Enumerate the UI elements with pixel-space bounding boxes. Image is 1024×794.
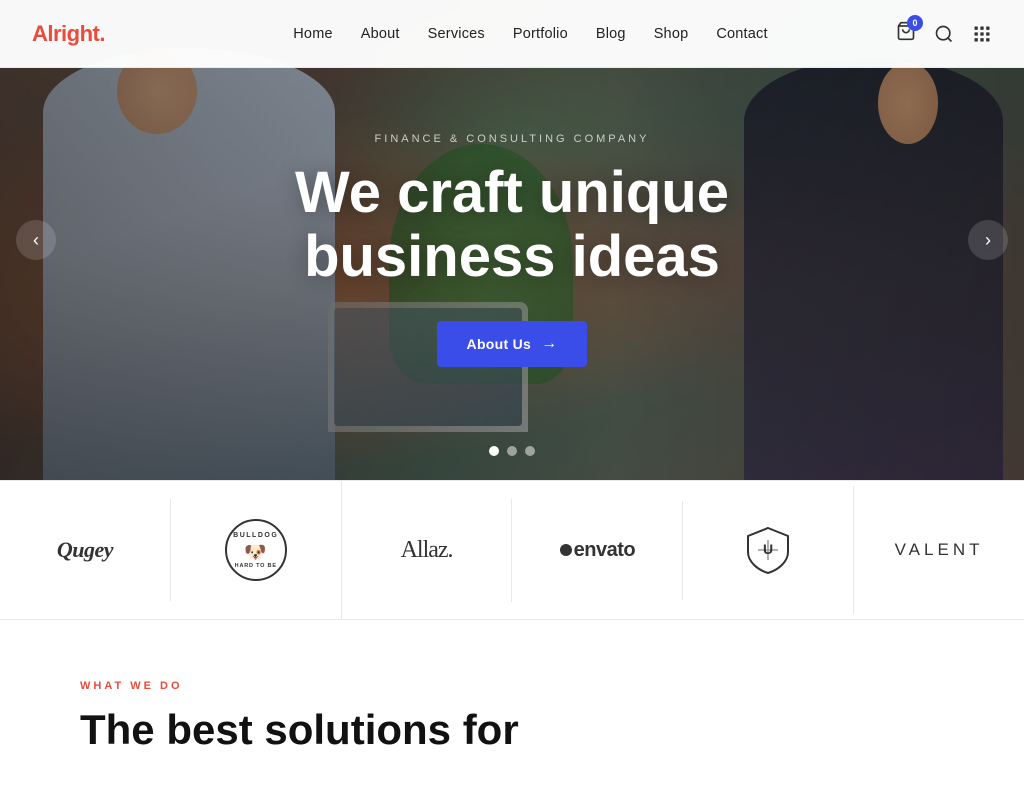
hero-cta-button[interactable]: About Us →	[437, 321, 588, 367]
hero-title-line2: business ideas	[304, 224, 720, 289]
what-we-do-section: What We Do The best solutions for	[0, 620, 1024, 794]
section-title-text: The best solutions for	[80, 706, 519, 753]
hero-subtitle: Finance & Consulting Company	[375, 133, 650, 145]
nav-contact[interactable]: Contact	[716, 26, 767, 42]
logo-text: Alright	[32, 21, 99, 46]
brand-valent-logo: VALENT	[895, 540, 984, 560]
search-icon[interactable]	[934, 24, 954, 44]
brand-envato[interactable]: envato	[512, 501, 683, 600]
navbar-icons: 0	[896, 21, 992, 46]
section-title: The best solutions for	[80, 706, 560, 754]
nav-menu: Home About Services Portfolio Blog Shop …	[165, 26, 896, 42]
brand-shield[interactable]: U	[683, 486, 854, 614]
hero-arrow-icon: →	[541, 335, 557, 353]
brand-qugey[interactable]: Qugey	[0, 499, 171, 601]
logo-dot: .	[99, 21, 105, 46]
section-label: What We Do	[80, 680, 944, 692]
dot-2[interactable]	[507, 446, 517, 456]
cart-badge: 0	[907, 15, 923, 31]
hero-cta-label: About Us	[467, 336, 532, 352]
site-logo[interactable]: Alright.	[32, 21, 105, 47]
dot-3[interactable]	[525, 446, 535, 456]
brand-allaz[interactable]: Allaz.	[342, 499, 513, 602]
grid-icon[interactable]	[972, 24, 992, 44]
brand-allaz-logo: Allaz.	[401, 537, 453, 564]
nav-home[interactable]: Home	[293, 26, 332, 42]
hero-section: Finance & Consulting Company We craft un…	[0, 0, 1024, 480]
navbar: Alright. Home About Services Portfolio B…	[0, 0, 1024, 68]
svg-text:U: U	[763, 541, 773, 557]
nav-shop[interactable]: Shop	[654, 26, 689, 42]
chevron-left-icon: ‹	[33, 230, 39, 251]
brand-bulldog[interactable]: BULLDOG 🐶 HARD TO BE	[171, 481, 342, 619]
nav-about[interactable]: About	[361, 26, 400, 42]
cart-button[interactable]: 0	[896, 21, 916, 46]
slide-prev-button[interactable]: ‹	[16, 220, 56, 260]
brand-shield-logo: U	[742, 524, 794, 576]
chevron-right-icon: ›	[985, 230, 991, 251]
brand-envato-logo: envato	[560, 539, 635, 562]
hero-title-line1: We craft unique	[295, 160, 729, 225]
dot-1[interactable]	[489, 446, 499, 456]
brand-valent[interactable]: VALENT	[854, 502, 1024, 598]
hero-content: Finance & Consulting Company We craft un…	[0, 0, 1024, 480]
nav-portfolio[interactable]: Portfolio	[513, 26, 568, 42]
brand-qugey-logo: Qugey	[57, 537, 113, 563]
nav-blog[interactable]: Blog	[596, 26, 626, 42]
brands-section: Qugey BULLDOG 🐶 HARD TO BE Allaz. envato…	[0, 480, 1024, 620]
slide-next-button[interactable]: ›	[968, 220, 1008, 260]
nav-services[interactable]: Services	[428, 26, 485, 42]
hero-title: We craft unique business ideas	[295, 161, 729, 289]
slide-dots	[489, 446, 535, 456]
brand-bulldog-logo: BULLDOG 🐶 HARD TO BE	[225, 519, 287, 581]
